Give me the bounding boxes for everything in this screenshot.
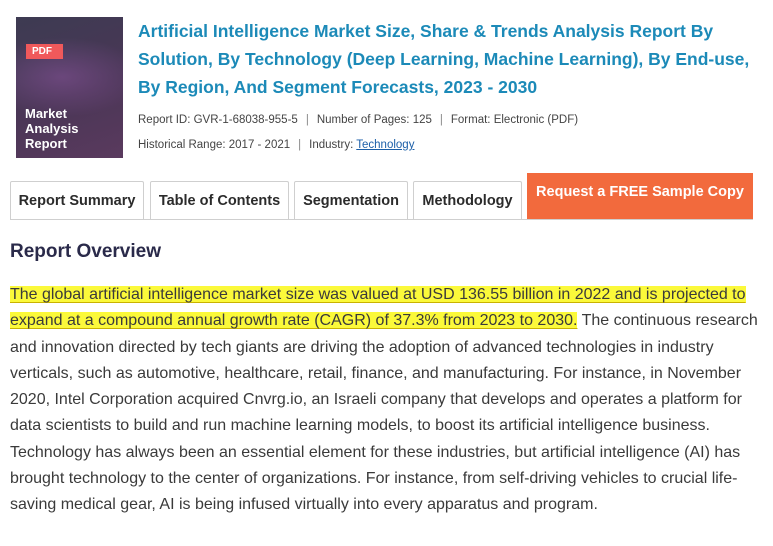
overview-paragraph: The global artificial intelligence marke… xyxy=(10,282,765,519)
tab-segmentation[interactable]: Segmentation xyxy=(294,181,408,219)
page-count: Number of Pages: 125 xyxy=(316,114,432,126)
report-meta-row: Historical Range: 2017 - 2021 | Industry: … xyxy=(138,139,414,151)
industry-label: Industry: xyxy=(309,139,354,151)
cover-title: Market Analysis Report xyxy=(25,106,78,151)
cover-title-line: Market xyxy=(25,106,67,121)
tab-divider xyxy=(10,219,753,220)
meta-separator: | xyxy=(298,139,302,151)
report-format: Format: Electronic (PDF) xyxy=(450,114,579,126)
tab-report-summary[interactable]: Report Summary xyxy=(10,181,144,219)
report-title: Artificial Intelligence Market Size, Sha… xyxy=(138,21,750,97)
meta-separator: | xyxy=(305,114,309,126)
report-cover-thumbnail: PDF Market Analysis Report xyxy=(16,17,123,158)
report-id: Report ID: GVR-1-68038-955-5 xyxy=(138,114,298,126)
section-heading: Report Overview xyxy=(10,241,161,262)
paragraph-text: The continuous research and innovation d… xyxy=(10,312,758,514)
report-meta-row: Report ID: GVR-1-68038-955-5 | Number of P… xyxy=(138,114,578,126)
meta-separator: | xyxy=(439,114,443,126)
cover-title-line: Analysis xyxy=(25,121,79,136)
tab-methodology[interactable]: Methodology xyxy=(413,181,522,219)
request-sample-button[interactable]: Request a FREE Sample Copy xyxy=(527,173,753,219)
tab-table-of-contents[interactable]: Table of Contents xyxy=(150,181,289,219)
industry-link[interactable]: Technology xyxy=(356,139,414,151)
pdf-badge: PDF xyxy=(26,44,63,59)
historical-range: Historical Range: 2017 - 2021 xyxy=(138,139,291,151)
cover-title-line: Report xyxy=(25,136,67,151)
